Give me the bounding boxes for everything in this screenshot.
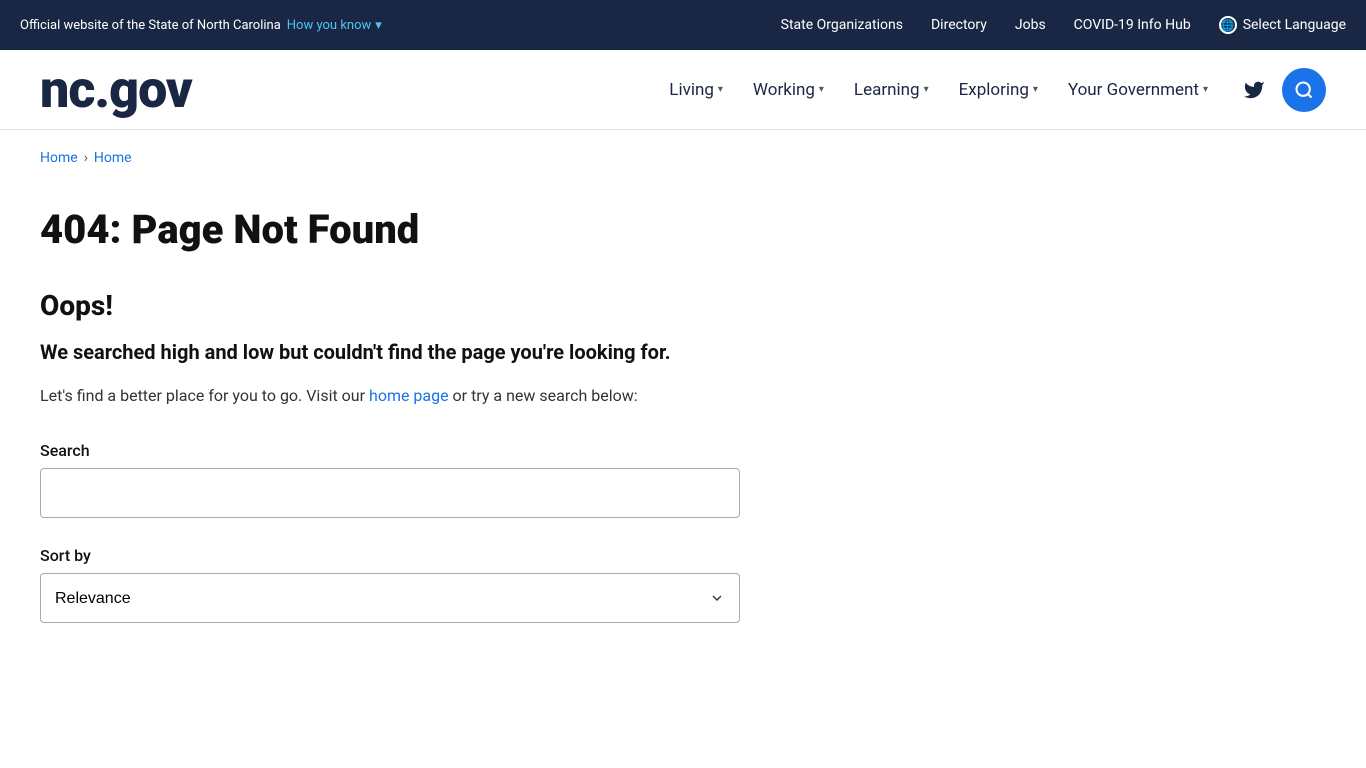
header: nc.gov Living ▾ Working ▾ Learning ▾ Exp… [0, 50, 1366, 130]
not-found-message: We searched high and low but couldn't fi… [40, 338, 740, 366]
globe-icon: 🌐 [1219, 16, 1237, 34]
chevron-down-icon: ▾ [924, 84, 929, 95]
jobs-link[interactable]: Jobs [1015, 17, 1046, 33]
twitter-icon [1243, 79, 1265, 101]
breadcrumb-home-first[interactable]: Home [40, 150, 78, 166]
chevron-down-icon: ▾ [1033, 84, 1038, 95]
breadcrumb: Home › Home [0, 130, 1366, 176]
search-input[interactable] [40, 468, 740, 518]
how-you-know-link[interactable]: How you know ▾ [287, 18, 382, 33]
search-button[interactable] [1282, 68, 1326, 112]
sort-select[interactable]: Relevance Date Title [40, 573, 740, 623]
site-logo[interactable]: nc.gov [40, 64, 192, 116]
language-label: Select Language [1243, 17, 1346, 33]
directory-link[interactable]: Directory [931, 17, 987, 33]
twitter-button[interactable] [1236, 72, 1272, 108]
suggestion-post: or try a new search below: [449, 386, 638, 405]
nav-learning[interactable]: Learning ▾ [842, 72, 941, 108]
home-page-link[interactable]: home page [369, 386, 449, 405]
suggestion-text: Let's find a better place for you to go.… [40, 386, 740, 405]
nav-icons [1236, 68, 1326, 112]
main-nav: Living ▾ Working ▾ Learning ▾ Exploring … [657, 68, 1326, 112]
page-title: 404: Page Not Found [40, 206, 740, 253]
nav-your-government[interactable]: Your Government ▾ [1056, 72, 1220, 108]
language-selector[interactable]: 🌐 Select Language [1219, 16, 1346, 34]
search-label: Search [40, 441, 740, 460]
main-content: 404: Page Not Found Oops! We searched hi… [0, 176, 780, 683]
sort-by-label: Sort by [40, 546, 740, 565]
search-icon [1294, 80, 1314, 100]
top-bar: Official website of the State of North C… [0, 0, 1366, 50]
nav-working[interactable]: Working ▾ [741, 72, 836, 108]
breadcrumb-home-second[interactable]: Home [94, 150, 132, 166]
state-orgs-link[interactable]: State Organizations [781, 17, 903, 33]
breadcrumb-separator: › [84, 150, 88, 166]
top-bar-right: State Organizations Directory Jobs COVID… [781, 16, 1346, 34]
suggestion-pre: Let's find a better place for you to go.… [40, 386, 369, 405]
official-text: Official website of the State of North C… [20, 18, 281, 33]
chevron-down-icon: ▾ [718, 84, 723, 95]
nav-exploring[interactable]: Exploring ▾ [947, 72, 1050, 108]
covid-link[interactable]: COVID-19 Info Hub [1074, 17, 1191, 33]
chevron-down-icon: ▾ [1203, 84, 1208, 95]
top-bar-left: Official website of the State of North C… [20, 18, 382, 33]
chevron-down-icon: ▾ [819, 84, 824, 95]
nav-living[interactable]: Living ▾ [657, 72, 735, 108]
chevron-down-icon: ▾ [375, 18, 382, 33]
oops-heading: Oops! [40, 289, 740, 322]
